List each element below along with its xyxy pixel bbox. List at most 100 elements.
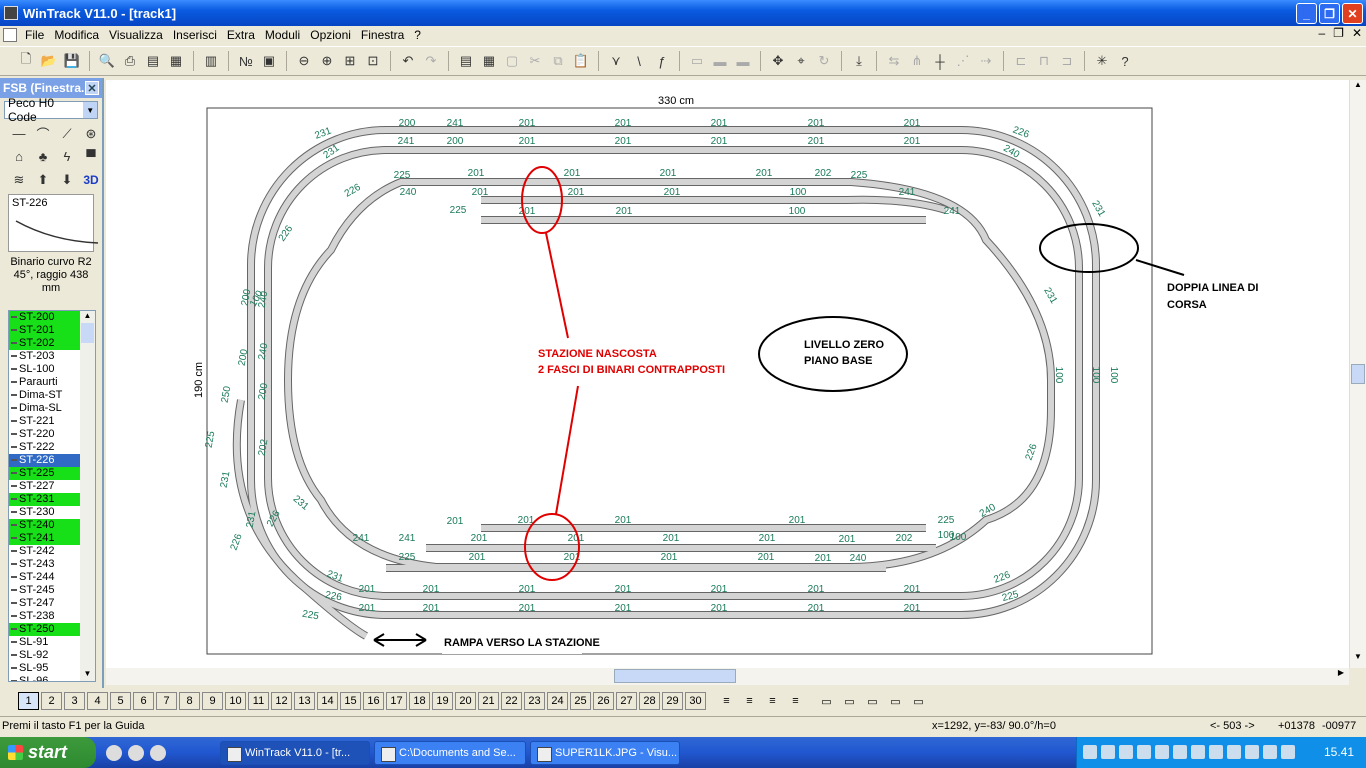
lower-icon[interactable]: ⬇ [56, 169, 78, 190]
menu-inserisci[interactable]: Inserisci [168, 28, 222, 42]
layers-icon[interactable]: ≡ [716, 692, 737, 710]
minimize-button[interactable]: _ [1296, 3, 1317, 24]
page-3-icon[interactable]: ▭ [862, 692, 883, 710]
building-icon[interactable]: ⌂ [8, 146, 30, 167]
part-list-item[interactable]: ST-230 [9, 506, 81, 519]
paste-icon[interactable]: 📋 [571, 51, 591, 71]
part-list-item[interactable]: Paraurti [9, 376, 81, 389]
page-tab-12[interactable]: 12 [271, 692, 292, 710]
page-tab-27[interactable]: 27 [616, 692, 637, 710]
numbering-icon[interactable]: № [236, 51, 256, 71]
height-icon[interactable]: ⤓ [849, 51, 869, 71]
connect-icon[interactable]: ⌖ [791, 51, 811, 71]
part-list-item[interactable]: ST-231 [9, 493, 81, 506]
paste-special-icon[interactable]: ▢ [502, 51, 522, 71]
part-list-item[interactable]: ST-200 [9, 311, 81, 324]
mdi-close-button[interactable]: ✕ [1352, 26, 1362, 40]
layer-grey-icon[interactable]: ≡ [762, 692, 783, 710]
turnout-icon[interactable]: ⟋ [56, 123, 78, 144]
scroll-up-icon[interactable]: ▲ [1350, 80, 1366, 96]
part-list-item[interactable]: ST-247 [9, 597, 81, 610]
undo-icon[interactable]: ↶ [398, 51, 418, 71]
page-tab-23[interactable]: 23 [524, 692, 545, 710]
page-tab-6[interactable]: 6 [133, 692, 154, 710]
vertical-scrollbar[interactable]: ▲ ▼ [1349, 80, 1366, 668]
page-tab-9[interactable]: 9 [202, 692, 223, 710]
track-tool-icon[interactable]: ⋎ [606, 51, 626, 71]
vertical-scroll-thumb[interactable] [1351, 364, 1365, 384]
page-tab-25[interactable]: 25 [570, 692, 591, 710]
menu-extra[interactable]: Extra [222, 28, 260, 42]
track-layout[interactable]: 330 cm 190 cm 200 241 201 201 201 201 201 241 20… [106, 80, 1349, 668]
signal-icon[interactable]: ϟ [56, 146, 78, 167]
part-list-item[interactable]: Dima-SL [9, 402, 81, 415]
page-tab-10[interactable]: 10 [225, 692, 246, 710]
properties-icon[interactable]: ▤ [456, 51, 476, 71]
part-list-item[interactable]: ST-225 [9, 467, 81, 480]
page-tab-16[interactable]: 16 [363, 692, 384, 710]
part-list-item[interactable]: SL-95 [9, 662, 81, 675]
layer-stack-icon[interactable]: ≡ [785, 692, 806, 710]
page-tab-21[interactable]: 21 [478, 692, 499, 710]
page-tab-11[interactable]: 11 [248, 692, 269, 710]
layer-red-icon[interactable]: ≡ [739, 692, 760, 710]
scroll-down-icon[interactable]: ▼ [80, 669, 95, 681]
drawing-canvas[interactable]: 330 cm 190 cm 200 241 201 201 201 201 201 241 20… [106, 80, 1349, 668]
page-tab-19[interactable]: 19 [432, 692, 453, 710]
start-button[interactable]: start [0, 737, 96, 768]
horizontal-scrollbar[interactable]: ▶ [106, 668, 1349, 685]
part-list-item[interactable]: ST-227 [9, 480, 81, 493]
page-tab-24[interactable]: 24 [547, 692, 568, 710]
cut-track-icon[interactable]: ┼ [930, 51, 950, 71]
tray-security-icon[interactable] [1137, 745, 1151, 759]
page-tab-3[interactable]: 3 [64, 692, 85, 710]
library-icon[interactable]: ▥ [201, 51, 221, 71]
mdi-minimize-button[interactable]: – [1318, 26, 1325, 40]
tray-volume-icon[interactable] [1281, 745, 1295, 759]
zoom-window-icon[interactable]: ⊞ [340, 51, 360, 71]
task-explorer[interactable]: C:\Documents and Se... [374, 740, 526, 765]
new-file-icon[interactable]: 🗋 [16, 51, 36, 71]
task-image-viewer[interactable]: SUPER1LK.JPG - Visu... [530, 740, 680, 765]
page-tab-5[interactable]: 5 [110, 692, 131, 710]
menu-modifica[interactable]: Modifica [49, 28, 104, 42]
tray-printer-icon[interactable] [1101, 745, 1115, 759]
open-folder-icon[interactable]: 📂 [39, 51, 59, 71]
part-list-item[interactable]: ST-203 [9, 350, 81, 363]
part-list-item[interactable]: ST-221 [9, 415, 81, 428]
page-tab-17[interactable]: 17 [386, 692, 407, 710]
page-tab-1[interactable]: 1 [18, 692, 39, 710]
tray-bluetooth-icon[interactable] [1245, 745, 1259, 759]
page-tab-22[interactable]: 22 [501, 692, 522, 710]
menu-visualizza[interactable]: Visualizza [104, 28, 168, 42]
list-icon[interactable]: ▦ [479, 51, 499, 71]
zoom-in-icon[interactable]: ⊕ [317, 51, 337, 71]
part-list-item[interactable]: Dima-ST [9, 389, 81, 402]
menu-moduli[interactable]: Moduli [260, 28, 305, 42]
menu-finestra[interactable]: Finestra [356, 28, 409, 42]
maximize-button[interactable]: ❐ [1319, 3, 1340, 24]
tray-update-icon[interactable] [1191, 745, 1205, 759]
part-list-item[interactable]: ST-244 [9, 571, 81, 584]
calculator-icon[interactable]: ▦ [166, 51, 186, 71]
horizontal-scroll-thumb[interactable] [614, 669, 736, 683]
page-tab-8[interactable]: 8 [179, 692, 200, 710]
menu-file[interactable]: File [20, 28, 49, 42]
align-left-icon[interactable]: ⊏ [1011, 51, 1031, 71]
part-list-item[interactable]: SL-96 [9, 675, 81, 681]
zoom-out-icon[interactable]: ⊖ [294, 51, 314, 71]
part-list-item[interactable]: ST-222 [9, 441, 81, 454]
scroll-up-icon[interactable]: ▲ [80, 311, 95, 323]
part-list-item[interactable]: SL-91 [9, 636, 81, 649]
align-right-icon[interactable]: ⊐ [1057, 51, 1077, 71]
layer-down-icon[interactable]: ▬ [733, 51, 753, 71]
raise-icon[interactable]: ⬆ [32, 169, 54, 190]
scroll-right-icon[interactable]: ▶ [1333, 668, 1349, 684]
tree-icon[interactable]: ♣ [32, 146, 54, 167]
print-setup-icon[interactable]: ▤ [143, 51, 163, 71]
chevron-down-icon[interactable]: ▼ [83, 102, 97, 118]
save-icon[interactable]: 💾 [62, 51, 82, 71]
page-tab-2[interactable]: 2 [41, 692, 62, 710]
tray-network-icon[interactable] [1083, 745, 1097, 759]
scroll-down-icon[interactable]: ▼ [1350, 652, 1366, 668]
